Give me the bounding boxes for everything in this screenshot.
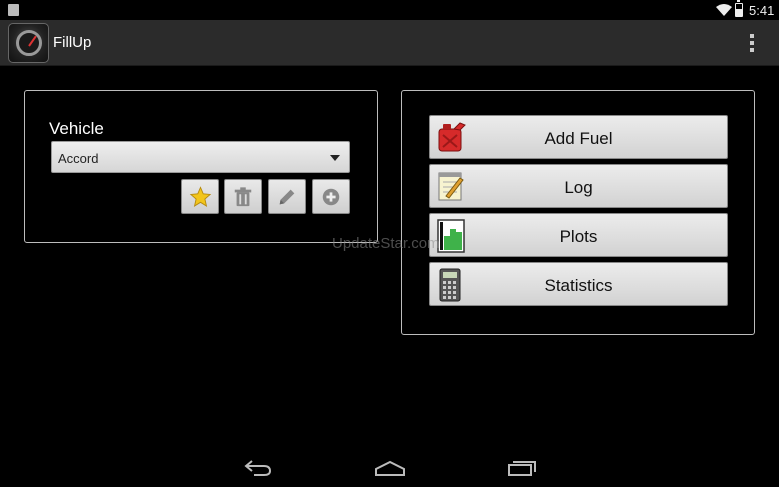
add-fuel-label: Add Fuel [544,129,613,148]
vehicle-spinner-value: Accord [58,151,99,166]
log-label: Log [564,178,593,197]
log-button[interactable]: Log [429,164,728,208]
pencil-icon [279,189,295,205]
plus-circle-icon [322,188,340,206]
status-bar: 5:41 [0,0,779,20]
plots-label: Plots [559,227,598,246]
app-title: FillUp [53,34,92,51]
favorite-button[interactable] [181,179,219,214]
back-icon[interactable] [244,459,272,477]
vehicle-label: Vehicle [49,119,104,138]
action-bar: FillUp [0,20,779,66]
actions-panel: Add Fuel Log Plots Statistics [401,90,755,335]
battery-icon [735,0,743,17]
plots-button[interactable]: Plots [429,213,728,257]
vehicle-spinner[interactable]: Accord [51,141,350,173]
trash-icon [234,187,252,207]
dropdown-arrow-icon [330,155,340,161]
statistics-label: Statistics [544,276,613,295]
overflow-menu-icon[interactable] [749,34,755,52]
add-fuel-button[interactable]: Add Fuel [429,115,728,159]
status-time: 5:41 [749,3,775,18]
wifi-icon [716,4,732,16]
fuel-gauge-icon[interactable] [8,23,49,63]
delete-button[interactable] [224,179,262,214]
statistics-button[interactable]: Statistics [429,262,728,306]
star-icon [189,186,212,207]
watermark: UpdateStar.com [332,235,440,252]
edit-button[interactable] [268,179,306,214]
notification-icon [8,4,19,16]
add-vehicle-button[interactable] [312,179,350,214]
vehicle-panel: Vehicle Accord [24,90,378,243]
home-icon[interactable] [374,459,406,477]
recent-apps-icon[interactable] [507,459,537,477]
navigation-bar [0,447,779,487]
